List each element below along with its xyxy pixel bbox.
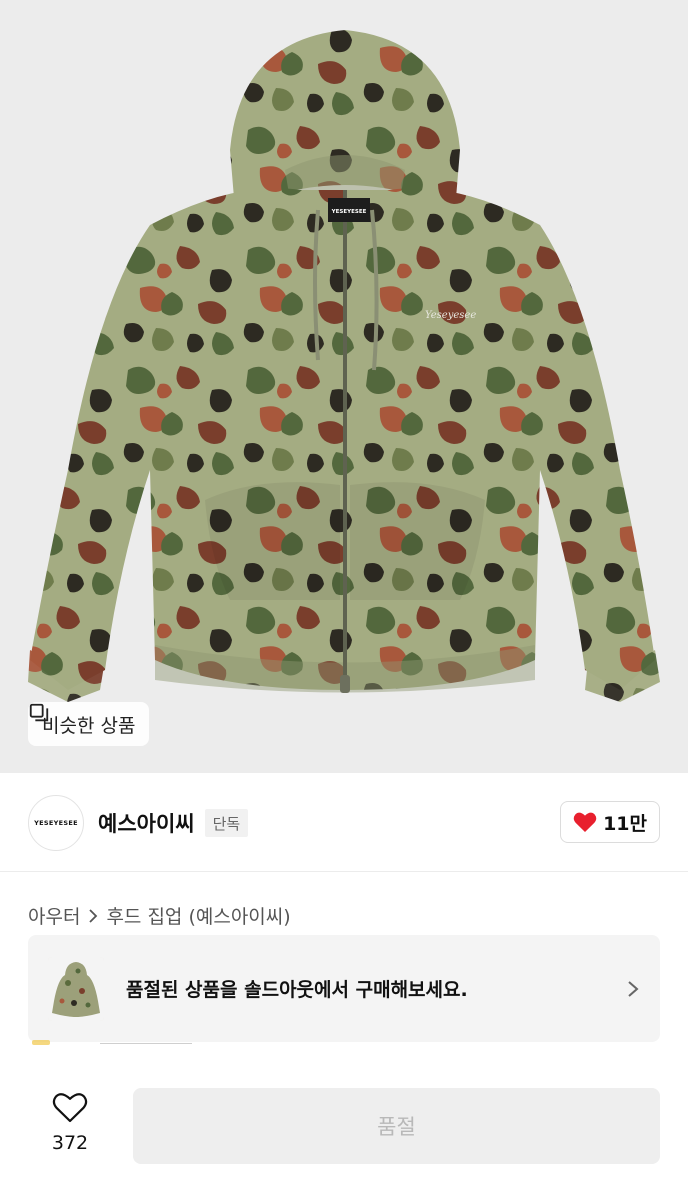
exclusive-badge: 단독: [204, 809, 249, 837]
soldout-banner[interactable]: 품절된 상품을 솔드아웃에서 구매해보세요.: [28, 935, 660, 1042]
brand-logo-text: YESEYESEE: [34, 819, 78, 827]
chevron-right-icon: [628, 980, 639, 997]
similar-products-label: 비슷한 상품: [42, 714, 136, 737]
brand-like-button[interactable]: 11만: [560, 801, 660, 843]
product-image[interactable]: YESEYESEE Yeseyesee 비슷한 상품: [0, 0, 688, 773]
similar-products-button[interactable]: 비슷한 상품: [28, 702, 150, 746]
copy-icon: [29, 703, 49, 722]
brand-name[interactable]: 예스아이씨: [98, 808, 195, 838]
brand-like-count: 11만: [603, 812, 647, 835]
section-divider: [0, 871, 688, 872]
hoodie-illustration: YESEYESEE Yeseyesee: [28, 30, 660, 702]
breadcrumb: 아우터 후드 집업 (예스아이씨): [28, 902, 291, 929]
wishlist-count: 372: [51, 1132, 89, 1154]
brand-logo[interactable]: YESEYESEE: [28, 795, 84, 851]
neck-label-text: YESEYESEE: [331, 209, 367, 215]
breadcrumb-subcategory[interactable]: 후드 집업 (예스아이씨): [106, 902, 290, 929]
soldout-banner-text: 품절된 상품을 솔드아웃에서 구매해보세요.: [126, 979, 468, 1001]
partial-rating-icon: [32, 1040, 50, 1045]
brand-row: YESEYESEE 예스아이씨 단독 11만: [28, 795, 660, 851]
wishlist-button[interactable]: 372: [40, 1092, 100, 1154]
breadcrumb-category[interactable]: 아우터: [28, 902, 80, 929]
soldout-thumbnail: [48, 956, 104, 1021]
partial-tab-underline: [100, 1043, 192, 1044]
svg-text:Yeseyesee: Yeseyesee: [425, 310, 476, 321]
chevron-right-icon: [89, 908, 98, 923]
heart-outline-icon: [52, 1093, 88, 1123]
soldout-buy-button[interactable]: 품절: [133, 1088, 660, 1164]
bottom-action-bar: 372 품절: [0, 1062, 688, 1200]
heart-filled-icon: [573, 812, 597, 832]
